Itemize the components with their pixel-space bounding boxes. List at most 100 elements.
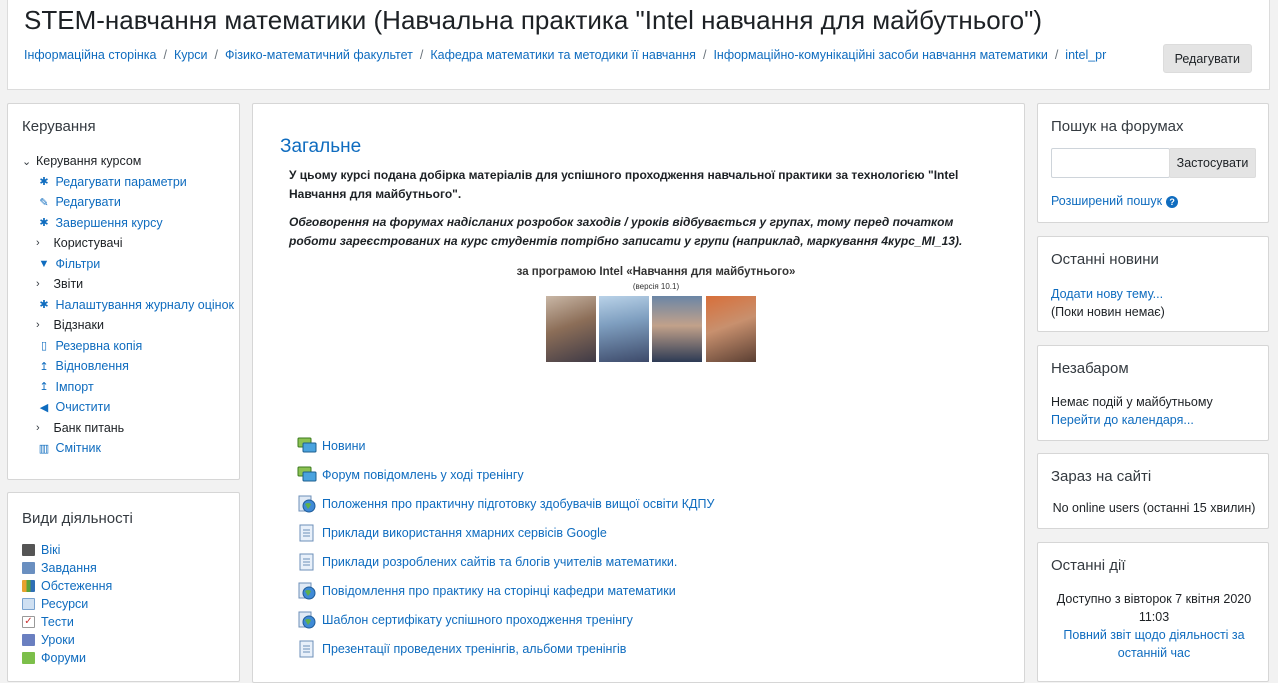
- admin-item-label[interactable]: Резервна копія: [55, 339, 142, 353]
- activity-type-label[interactable]: Тести: [41, 615, 74, 629]
- full-report-link[interactable]: останній час: [1038, 644, 1270, 662]
- activity-type-forum[interactable]: Форуми: [22, 649, 112, 667]
- block-title: Останні новини: [1051, 251, 1159, 268]
- chevron-right-icon: ›: [36, 237, 40, 250]
- admin-item-import[interactable]: ↥ Імпорт: [22, 377, 237, 398]
- admin-item-label[interactable]: Редагувати параметри: [55, 175, 186, 189]
- full-report-link[interactable]: Повний звіт щодо діяльності за: [1038, 626, 1270, 644]
- activity-link[interactable]: Новини: [322, 439, 366, 453]
- breadcrumb-item[interactable]: Фізико-математичний факультет: [225, 48, 413, 62]
- forum-icon: [297, 437, 317, 455]
- activity-type-resource[interactable]: Ресурси: [22, 595, 112, 613]
- gear-icon: ✱: [39, 176, 49, 189]
- filter-icon: ▼: [38, 257, 50, 270]
- activity-training-forum[interactable]: Форум повідомлень у ході тренінгу: [297, 460, 714, 489]
- recent-activity-block: Останні дії Доступно з вівторок 7 квітня…: [1037, 542, 1269, 682]
- activity-type-label[interactable]: Уроки: [41, 633, 75, 647]
- breadcrumb-item[interactable]: Інформаційна сторінка: [24, 48, 156, 62]
- advanced-search-link[interactable]: Розширений пошук: [1051, 194, 1162, 208]
- activity-presentations-page[interactable]: Презентації проведених тренінгів, альбом…: [297, 634, 714, 663]
- go-to-calendar-link[interactable]: Перейти до календаря...: [1051, 413, 1194, 427]
- banner-photo: [599, 296, 649, 362]
- admin-item-gradebook-setup[interactable]: ✱ Налаштування журналу оцінок: [22, 295, 237, 316]
- admin-item-label[interactable]: Відновлення: [55, 359, 128, 373]
- admin-item-label[interactable]: Завершення курсу: [55, 216, 162, 230]
- online-users-block: Зараз на сайті No online users (останні …: [1037, 453, 1269, 529]
- admin-item-restore[interactable]: ↥ Відновлення: [22, 356, 237, 377]
- course-content: Загальне У цьому курсі подана добірка ма…: [252, 103, 1025, 683]
- activity-link[interactable]: Приклади використання хмарних сервісів G…: [322, 526, 607, 540]
- activity-list: Новини Форум повідомлень у ході тренінгу…: [297, 431, 714, 663]
- admin-item-badges[interactable]: › Відзнаки: [22, 315, 237, 336]
- block-title: Незабаром: [1051, 360, 1129, 377]
- admin-item-edit-settings[interactable]: ✱ Редагувати параметри: [22, 172, 237, 193]
- activities-block: Види діяльності Вікі Завдання Обстеження…: [7, 492, 240, 682]
- admin-item-reports[interactable]: › Звіти: [22, 274, 237, 295]
- survey-icon: [22, 580, 35, 592]
- activity-type-assignment[interactable]: Завдання: [22, 559, 112, 577]
- activity-link[interactable]: Положення про практичну підготовку здобу…: [322, 497, 714, 511]
- edit-mode-button[interactable]: Редагувати: [1162, 44, 1252, 73]
- resource-icon: [22, 598, 35, 610]
- activity-type-label[interactable]: Вікі: [41, 543, 60, 557]
- breadcrumb-item[interactable]: Кафедра математики та методики її навчан…: [430, 48, 696, 62]
- admin-item-label[interactable]: Фільтри: [55, 257, 100, 271]
- activity-type-quiz[interactable]: ✓ Тести: [22, 613, 112, 631]
- activity-type-label[interactable]: Обстеження: [41, 579, 112, 593]
- banner-title: за програмою Intel «Навчання для майбутн…: [516, 266, 796, 278]
- admin-item-label[interactable]: Редагувати: [55, 195, 120, 209]
- breadcrumb-item[interactable]: intel_pr: [1065, 48, 1106, 62]
- admin-item-label[interactable]: Налаштування журналу оцінок: [55, 298, 234, 312]
- breadcrumb: Інформаційна сторінка / Курси / Фізико-матем…: [24, 48, 1106, 62]
- activity-type-list: Вікі Завдання Обстеження Ресурси ✓ Тести …: [22, 541, 112, 667]
- course-admin-node[interactable]: ⌄ Керування курсом: [22, 151, 237, 172]
- activity-type-wiki[interactable]: Вікі: [22, 541, 112, 559]
- breadcrumb-item[interactable]: Інформаційно-комунікаційні засоби навчан…: [713, 48, 1047, 62]
- page-header: STEM-навчання математики (Навчальна прак…: [7, 0, 1270, 90]
- globe-url-icon: [297, 495, 317, 513]
- activity-type-label[interactable]: Форуми: [41, 651, 86, 665]
- activity-type-survey[interactable]: Обстеження: [22, 577, 112, 595]
- help-icon[interactable]: ?: [1166, 196, 1179, 208]
- admin-item-course-completion[interactable]: ✱ Завершення курсу: [22, 213, 237, 234]
- activity-link[interactable]: Шаблон сертифікату успішного проходження…: [322, 613, 633, 627]
- activity-type-label[interactable]: Ресурси: [41, 597, 88, 611]
- activity-google-page[interactable]: Приклади використання хмарних сервісів G…: [297, 518, 714, 547]
- admin-item-label: Звіти: [53, 277, 84, 292]
- page-title: STEM-навчання математики (Навчальна прак…: [24, 5, 1042, 35]
- admin-item-reset[interactable]: ◀ Очистити: [22, 397, 237, 418]
- activity-link[interactable]: Повідомлення про практику на сторінці ка…: [322, 584, 676, 598]
- section-title[interactable]: Загальне: [280, 136, 361, 158]
- activity-link[interactable]: Презентації проведених тренінгів, альбом…: [322, 642, 626, 656]
- assignment-icon: [22, 562, 35, 574]
- activity-link[interactable]: Приклади розроблених сайтів та блогів уч…: [322, 555, 677, 569]
- activity-type-lesson[interactable]: Уроки: [22, 631, 112, 649]
- activity-certificate-url[interactable]: Шаблон сертифікату успішного проходження…: [297, 605, 714, 634]
- activity-link[interactable]: Форум повідомлень у ході тренінгу: [322, 468, 524, 482]
- trash-icon: ▥: [38, 442, 50, 455]
- breadcrumb-item[interactable]: Курси: [174, 48, 208, 62]
- admin-item-filters[interactable]: ▼ Фільтри: [22, 254, 237, 275]
- admin-item-users[interactable]: › Користувачі: [22, 233, 237, 254]
- activity-regulation-url[interactable]: Положення про практичну підготовку здобу…: [297, 489, 714, 518]
- admin-item-label: Банк питань: [53, 420, 125, 435]
- admin-item-label[interactable]: Імпорт: [55, 380, 93, 394]
- admin-item-question-bank[interactable]: › Банк питань: [22, 418, 237, 439]
- admin-item-label[interactable]: Очистити: [55, 400, 110, 414]
- forum-search-input[interactable]: [1051, 148, 1170, 178]
- admin-item-label[interactable]: Смітник: [55, 441, 100, 455]
- arrow-left-icon: ◀: [39, 401, 49, 414]
- add-topic-link[interactable]: Додати нову тему...: [1051, 287, 1163, 301]
- online-users-text: No online users (останні 15 хвилин): [1052, 501, 1256, 515]
- activity-news-forum[interactable]: Новини: [297, 431, 714, 460]
- activity-type-label[interactable]: Завдання: [41, 561, 97, 575]
- activity-practice-url[interactable]: Повідомлення про практику на сторінці ка…: [297, 576, 714, 605]
- admin-item-backup[interactable]: ▯ Резервна копія: [22, 336, 237, 357]
- block-title: Останні дії: [1051, 557, 1126, 574]
- search-apply-button[interactable]: Застосувати: [1169, 148, 1256, 178]
- admin-item-edit[interactable]: ✎ Редагувати: [22, 192, 237, 213]
- activity-sites-page[interactable]: Приклади розроблених сайтів та блогів уч…: [297, 547, 714, 576]
- chevron-right-icon: ›: [36, 278, 40, 291]
- block-title: Види діяльності: [22, 510, 133, 527]
- admin-item-recycle-bin[interactable]: ▥ Смітник: [22, 438, 237, 459]
